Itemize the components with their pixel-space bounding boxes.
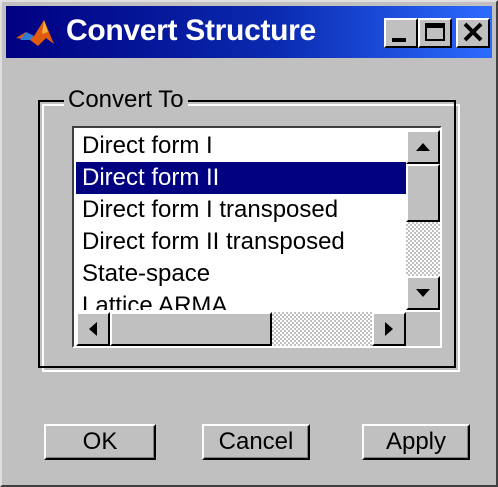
scroll-left-button[interactable] [76,312,110,346]
minimize-icon [392,38,406,42]
scroll-corner [406,312,440,346]
vertical-scrollbar[interactable] [406,130,440,310]
list-item[interactable]: Direct form I [76,130,406,162]
close-icon [463,22,483,42]
list-item[interactable]: Lattice ARMA [76,290,406,310]
vertical-scroll-thumb[interactable] [406,164,440,222]
matlab-logo-icon [16,20,54,46]
scroll-down-button[interactable] [406,276,440,310]
arrow-left-icon [89,322,97,336]
group-label-text: Convert To [68,86,184,113]
group-label: Convert To [64,86,188,114]
minimize-button[interactable] [384,18,418,48]
apply-button[interactable]: Apply [362,424,470,460]
title-bar[interactable]: Convert Structure [6,6,492,58]
window-title: Convert Structure [66,14,316,47]
scroll-right-button[interactable] [372,312,406,346]
scroll-up-button[interactable] [406,130,440,164]
maximize-icon [425,23,445,41]
list-item[interactable]: Direct form II [76,162,406,194]
maximize-button[interactable] [418,18,452,48]
ok-button[interactable]: OK [44,424,156,460]
arrow-down-icon [416,289,430,297]
list-item[interactable]: Direct form I transposed [76,194,406,226]
cancel-button[interactable]: Cancel [202,424,310,460]
horizontal-scroll-thumb[interactable] [110,312,272,346]
dialog-window: Convert Structure Convert To Direct form… [0,0,498,487]
horizontal-scrollbar[interactable] [76,312,406,346]
arrow-right-icon [385,322,393,336]
list-item[interactable]: Direct form II transposed [76,226,406,258]
arrow-up-icon [416,143,430,151]
list-items: Direct form I Direct form II Direct form… [76,130,406,310]
close-button[interactable] [456,18,490,48]
list-item[interactable]: State-space [76,258,406,290]
structure-listbox[interactable]: Direct form I Direct form II Direct form… [72,126,442,348]
